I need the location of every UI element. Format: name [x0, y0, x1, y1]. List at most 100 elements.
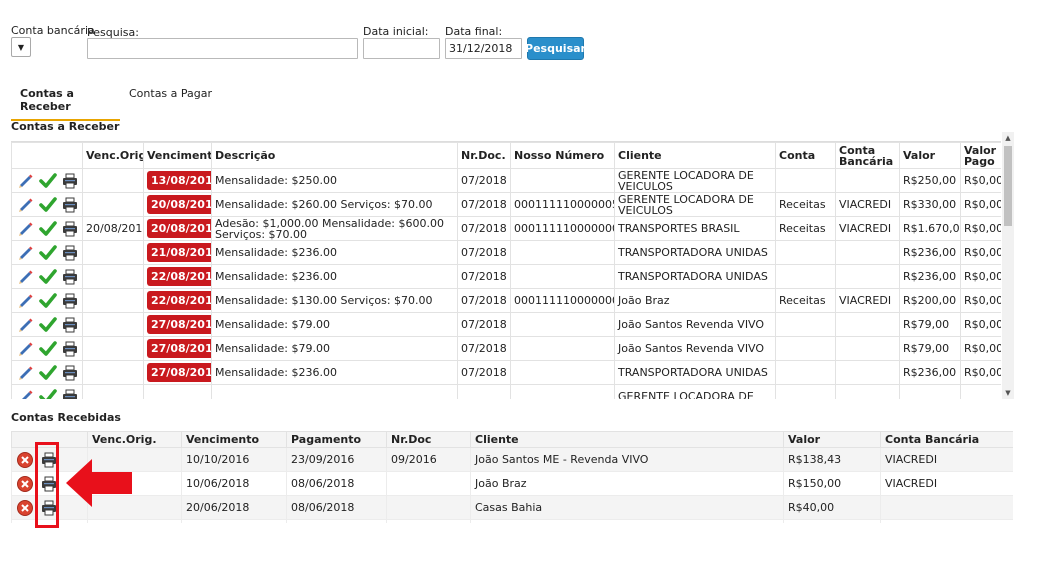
cell-descricao: Mensalidade: $79.00 [211, 312, 458, 337]
receber-scrollbar[interactable]: ▲ ▼ [1002, 132, 1014, 399]
print-icon[interactable] [61, 364, 79, 382]
confirm-check-icon[interactable] [39, 172, 57, 190]
edit-pencil-icon[interactable] [17, 244, 35, 262]
cancel-icon[interactable] [16, 451, 34, 469]
data-inicial-input[interactable] [363, 38, 440, 59]
cell-vencimento [181, 519, 287, 523]
table-row[interactable]: 22/08/2018Mensalidade: $236.0007/2018 TRA… [11, 264, 1001, 289]
table-row[interactable]: 10/10/2016 23/09/2016 09/2016 João Santos M… [11, 447, 1013, 472]
row-actions [11, 384, 83, 399]
table-row[interactable]: 10/06/2018 08/06/2018 João Braz R$150,00 VIA… [11, 471, 1013, 496]
cell-valor-pago: R$0,00 [960, 264, 1001, 289]
col-venc-orig[interactable]: Venc.Orig. [82, 142, 144, 169]
edit-pencil-icon[interactable] [17, 220, 35, 238]
scroll-down-arrow[interactable]: ▼ [1002, 387, 1014, 399]
cell-nosso-numero: 00011111000000501 [510, 192, 615, 217]
table-row[interactable]: 22/08/2018Mensalidade: $130.00 Serviços:… [11, 288, 1001, 313]
pesquisar-button[interactable]: Pesquisar [525, 37, 586, 60]
cancel-icon[interactable] [16, 499, 34, 517]
print-icon[interactable] [61, 172, 79, 190]
cell-conta [775, 240, 836, 265]
conta-bancaria-select[interactable]: ▼ [11, 37, 31, 57]
cancel-icon[interactable] [16, 523, 34, 524]
contas-a-receber-table: Venc.Orig. Vencimento Descrição Nr.Doc. … [11, 141, 1001, 399]
cell-valor-pago: R$0,00 [960, 168, 1001, 193]
tab-contas-a-pagar[interactable]: Contas a Pagar [120, 81, 221, 106]
cell-conta-bancaria [880, 519, 1013, 523]
cell-conta: Receitas [775, 288, 836, 313]
cell-nr-doc: 07/2018 [457, 336, 511, 361]
edit-pencil-icon[interactable] [17, 388, 35, 399]
cell-descricao: Adesão: $1,000.00 Mensalidade: $600.00 S… [211, 216, 458, 241]
edit-pencil-icon[interactable] [17, 196, 35, 214]
col-cliente[interactable]: Cliente [470, 431, 784, 448]
cell-valor-pago: R$0,00 [960, 216, 1001, 241]
col-vencimento[interactable]: Vencimento [181, 431, 287, 448]
col-venc-orig[interactable]: Venc.Orig. [87, 431, 182, 448]
col-nr-doc[interactable]: Nr.Doc [386, 431, 471, 448]
cell-valor [783, 519, 881, 523]
col-nr-doc[interactable]: Nr.Doc. [457, 142, 511, 169]
cell-cliente: GERENTE LOCADORA DE VEICULOS [614, 168, 776, 193]
confirm-check-icon[interactable] [39, 244, 57, 262]
cell-conta [775, 168, 836, 193]
table-row[interactable]: 13/08/2018Mensalidade: $250.0007/2018 GER… [11, 168, 1001, 193]
col-vencimento[interactable]: Vencimento [143, 142, 212, 169]
col-pagamento[interactable]: Pagamento [286, 431, 387, 448]
col-cliente[interactable]: Cliente [614, 142, 776, 169]
cell-vencimento: 20/06/2018 [181, 495, 287, 520]
edit-pencil-icon[interactable] [17, 340, 35, 358]
col-valor[interactable]: Valor [783, 431, 881, 448]
col-valor-pago[interactable]: Valor Pago [960, 142, 1001, 169]
table-row[interactable]: GERENTE LOCADORA DE [11, 384, 1001, 399]
cell-cliente [470, 519, 784, 523]
cell-vencimento: 20/08/2018 [143, 192, 212, 217]
table-row[interactable]: 20/08/2018Mensalidade: $260.00 Serviços:… [11, 192, 1001, 217]
print-icon[interactable] [61, 316, 79, 334]
confirm-check-icon[interactable] [39, 364, 57, 382]
edit-pencil-icon[interactable] [17, 268, 35, 286]
confirm-check-icon[interactable] [39, 220, 57, 238]
table-row[interactable]: 20/06/2018 08/06/2018 Casas Bahia R$40,00 [11, 495, 1013, 520]
print-icon[interactable] [61, 220, 79, 238]
edit-pencil-icon[interactable] [17, 316, 35, 334]
col-nosso-numero[interactable]: Nosso Número [510, 142, 615, 169]
table-row[interactable]: 27/08/2018Mensalidade: $79.0007/2018 João… [11, 312, 1001, 337]
table-row[interactable]: 27/08/2018Mensalidade: $79.0007/2018 João… [11, 336, 1001, 361]
confirm-check-icon[interactable] [39, 268, 57, 286]
confirm-check-icon[interactable] [39, 340, 57, 358]
confirm-check-icon[interactable] [39, 316, 57, 334]
confirm-check-icon[interactable] [39, 196, 57, 214]
print-icon[interactable] [61, 340, 79, 358]
tab-contas-a-receber[interactable]: Contas a Receber [11, 81, 120, 121]
table-row[interactable]: 27/08/2018Mensalidade: $236.0007/2018 TRA… [11, 360, 1001, 385]
due-date-badge: 21/08/2018 [147, 243, 211, 262]
col-valor[interactable]: Valor [899, 142, 961, 169]
print-icon[interactable] [61, 196, 79, 214]
print-icon[interactable] [61, 292, 79, 310]
table-row[interactable]: 21/08/2018Mensalidade: $236.0007/2018 TRA… [11, 240, 1001, 265]
col-conta[interactable]: Conta [775, 142, 836, 169]
scroll-thumb[interactable] [1004, 146, 1012, 226]
print-icon[interactable] [61, 388, 79, 399]
cell-vencimento: 21/08/2018 [143, 240, 212, 265]
edit-pencil-icon[interactable] [17, 172, 35, 190]
cancel-icon[interactable] [16, 475, 34, 493]
scroll-up-arrow[interactable]: ▲ [1002, 132, 1014, 144]
confirm-check-icon[interactable] [39, 388, 57, 399]
col-descricao[interactable]: Descrição [211, 142, 458, 169]
edit-pencil-icon[interactable] [17, 292, 35, 310]
col-conta-bancaria[interactable]: Conta Bancária [835, 142, 900, 169]
edit-pencil-icon[interactable] [17, 364, 35, 382]
table-row[interactable]: 20/08/201820/08/2018Adesão: $1,000.00 Me… [11, 216, 1001, 241]
print-icon[interactable] [61, 268, 79, 286]
confirm-check-icon[interactable] [39, 292, 57, 310]
cell-valor-pago [960, 384, 1001, 399]
data-final-input[interactable] [445, 38, 522, 59]
red-arrow-icon [66, 459, 132, 507]
print-icon[interactable] [61, 244, 79, 262]
pesquisa-input[interactable] [87, 38, 358, 59]
col-conta-bancaria[interactable]: Conta Bancária [880, 431, 1013, 448]
cell-venc-orig [82, 192, 144, 217]
table-row[interactable] [11, 519, 1013, 524]
